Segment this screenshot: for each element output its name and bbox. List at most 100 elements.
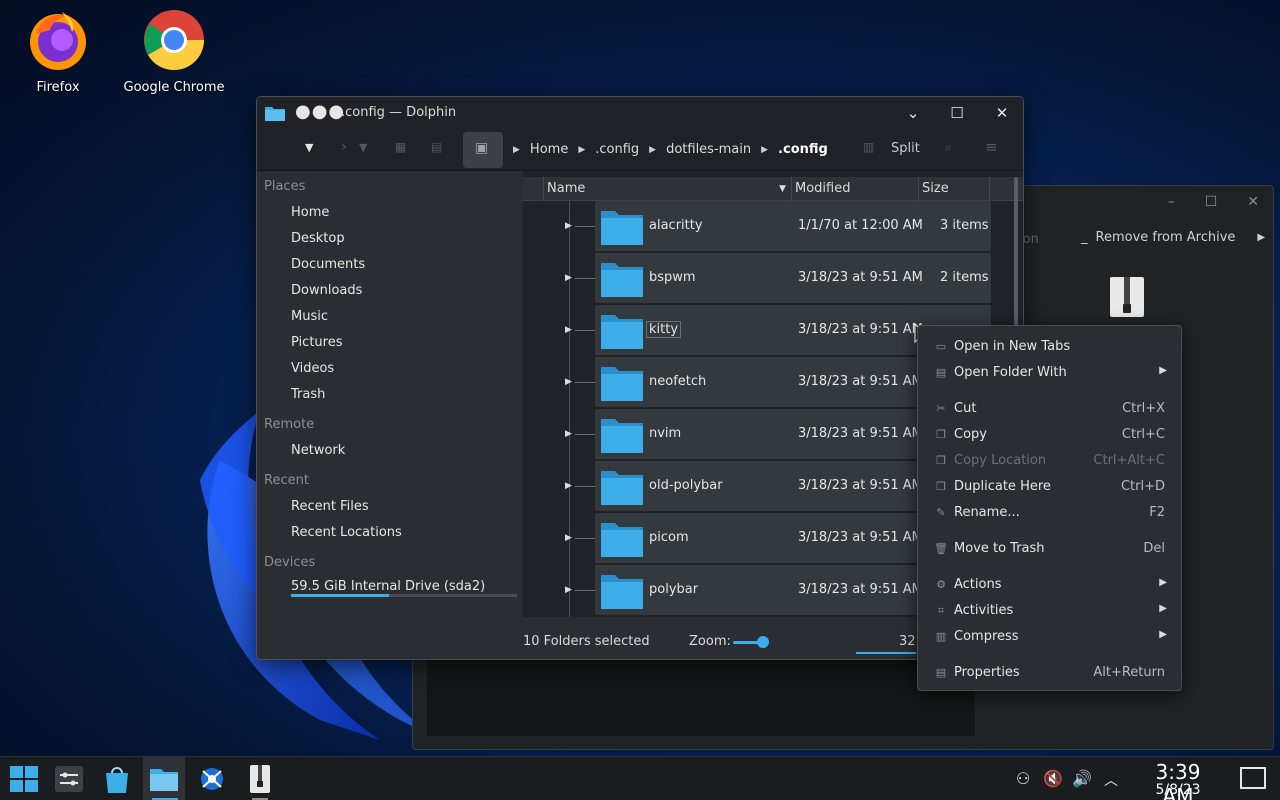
hamburger-menu-icon[interactable]: ≡ <box>985 138 998 156</box>
zip-file-icon[interactable] <box>1109 276 1145 318</box>
zoom-slider-handle[interactable] <box>757 636 769 648</box>
menu-item-compress[interactable]: ▥ Compress ▶ <box>918 624 1181 650</box>
close-icon[interactable]: ✕ <box>992 103 1012 123</box>
chevron-right-icon: ▶ <box>578 144 586 155</box>
kde-connect-icon[interactable] <box>195 763 229 795</box>
column-name[interactable]: Name <box>547 181 585 196</box>
dolphin-taskbar-icon[interactable] <box>147 763 181 795</box>
sort-descending-icon[interactable]: ▼ <box>779 184 786 194</box>
expand-icon[interactable]: ▶ <box>565 325 572 335</box>
minimize-icon[interactable]: – <box>1168 194 1175 210</box>
chevron-up-icon[interactable]: ︿ <box>1104 770 1118 790</box>
dolphin-window[interactable]: ●●● .config — Dolphin ⌄ ☐ ✕ ▼ › ▼ ▦ ▤ ▣ … <box>256 96 1024 660</box>
breadcrumb-item[interactable]: dotfiles-main <box>666 142 751 157</box>
file-name[interactable]: neofetch <box>649 374 706 389</box>
file-name[interactable]: kitty <box>645 321 682 338</box>
menu-item-activities[interactable]: ⌗ Activities ▶ <box>918 598 1181 624</box>
column-modified[interactable]: Modified <box>795 181 850 196</box>
menu-item-move-to-trash[interactable]: 🗑 Move to Trash Del <box>918 536 1181 562</box>
view-compact-icon[interactable]: ▤ <box>431 140 442 154</box>
title-bar[interactable]: ●●● .config — Dolphin ⌄ ☐ ✕ <box>257 97 1023 129</box>
scrollbar[interactable] <box>1014 177 1018 327</box>
copy-location-icon: ❐ <box>936 454 946 467</box>
menu-item-open-in-new-tabs[interactable]: ▭ Open in New Tabs <box>918 334 1181 360</box>
back-dropdown-icon[interactable]: ▼ <box>305 141 313 154</box>
breadcrumb-current[interactable]: .config <box>778 142 828 157</box>
show-desktop-button[interactable] <box>1240 767 1266 789</box>
table-row[interactable]: ▶ bspwm 3/18/23 at 9:51 AM 2 items <box>523 253 991 305</box>
system-settings-icon[interactable] <box>52 763 86 795</box>
file-name[interactable]: picom <box>649 530 689 545</box>
menu-item-properties[interactable]: ▤ Properties Alt+Return <box>918 660 1181 686</box>
compress-icon: ▥ <box>935 630 947 643</box>
ark-archive-icon[interactable] <box>243 763 277 795</box>
sidebar-item-internal-drive[interactable]: 59.5 GiB Internal Drive (sda2) <box>291 579 485 594</box>
menu-dots-icon[interactable]: ●●● <box>295 103 345 121</box>
menu-item-rename[interactable]: ✎ Rename... F2 <box>918 500 1181 526</box>
maximize-icon[interactable]: ☐ <box>1205 194 1218 210</box>
clock-date[interactable]: 5/8/23 <box>1138 782 1218 798</box>
context-menu[interactable]: ▭ Open in New Tabs ▤ Open Folder With ▶ ✂ Cut C… <box>917 325 1182 691</box>
sidebar-item-trash[interactable]: Trash <box>291 387 325 402</box>
sidebar-item-documents[interactable]: Documents <box>291 257 365 272</box>
sidebar-item-downloads[interactable]: Downloads <box>291 283 362 298</box>
sidebar-item-pictures[interactable]: Pictures <box>291 335 342 350</box>
sidebar-item-music[interactable]: Music <box>291 309 328 324</box>
discover-store-icon[interactable] <box>100 763 134 795</box>
sidebar-item-videos[interactable]: Videos <box>291 361 334 376</box>
sidebar-item-desktop[interactable]: Desktop <box>291 231 345 246</box>
toolbar: ▼ › ▼ ▦ ▤ ▣ ▶ Home ▶ .config ▶ dotfiles-… <box>257 129 1023 171</box>
minimize-icon[interactable]: ⌄ <box>903 103 923 123</box>
split-icon: ▥ <box>863 140 875 154</box>
user-status-icon[interactable]: ⚇ <box>1016 769 1030 788</box>
file-modified: 3/18/23 at 9:51 AM <box>798 426 923 441</box>
sidebar-item-recent-files[interactable]: Recent Files <box>291 499 369 514</box>
maximize-icon[interactable]: ☐ <box>947 103 967 123</box>
menu-item-label: Duplicate Here <box>954 479 1051 494</box>
mic-muted-icon[interactable]: 🔇 <box>1043 769 1063 788</box>
sidebar-section-remote: Remote <box>264 417 315 432</box>
menu-item-open-folder-with[interactable]: ▤ Open Folder With ▶ <box>918 360 1181 386</box>
desktop-icon-firefox[interactable]: Firefox <box>3 8 113 95</box>
column-size[interactable]: Size <box>922 181 949 196</box>
close-icon[interactable]: ✕ <box>1247 194 1259 210</box>
file-name[interactable]: bspwm <box>649 270 696 285</box>
expand-icon[interactable]: ▶ <box>565 273 572 283</box>
remove-from-archive-button[interactable]: _ Remove from Archive ▶ <box>1081 230 1265 245</box>
file-name[interactable]: polybar <box>649 582 698 597</box>
forward-dropdown-icon[interactable]: ▼ <box>359 141 367 154</box>
sidebar-item-recent-locations[interactable]: Recent Locations <box>291 525 402 540</box>
expand-icon[interactable]: ▶ <box>565 585 572 595</box>
sidebar-item-network[interactable]: Network <box>291 443 345 458</box>
sidebar-section-places: Places <box>264 179 306 194</box>
search-icon[interactable]: ⌕ <box>945 140 952 155</box>
expand-icon[interactable]: ▶ <box>565 221 572 231</box>
tree-connector <box>575 382 595 383</box>
volume-icon[interactable]: 🔊 <box>1072 769 1092 788</box>
breadcrumb-item[interactable]: .config <box>595 142 639 157</box>
view-icons-icon[interactable]: ▦ <box>395 140 406 154</box>
chevron-right-icon: ▶ <box>1159 577 1167 588</box>
table-row[interactable]: ▶ alacritty 1/1/70 at 12:00 AM 3 items <box>523 201 991 253</box>
folder-icon <box>601 263 643 297</box>
menu-item-copy[interactable]: ❐ Copy Ctrl+C <box>918 422 1181 448</box>
start-menu-icon[interactable] <box>7 763 41 795</box>
menu-item-cut[interactable]: ✂ Cut Ctrl+X <box>918 396 1181 422</box>
desktop-icon-chrome[interactable]: Google Chrome <box>119 8 229 95</box>
forward-icon[interactable]: › <box>341 139 347 155</box>
expand-icon[interactable]: ▶ <box>565 377 572 387</box>
file-name[interactable]: old-polybar <box>649 478 723 493</box>
archive-window-controls: – ☐ ✕ <box>1168 194 1259 210</box>
menu-item-shortcut: Alt+Return <box>1093 665 1165 680</box>
sidebar-item-home[interactable]: Home <box>291 205 329 220</box>
menu-item-duplicate-here[interactable]: ❐ Duplicate Here Ctrl+D <box>918 474 1181 500</box>
menu-item-actions[interactable]: ⚙ Actions ▶ <box>918 572 1181 598</box>
expand-icon[interactable]: ▶ <box>565 481 572 491</box>
file-name[interactable]: alacritty <box>649 218 703 233</box>
menu-item-copy-location[interactable]: ❐ Copy Location Ctrl+Alt+C <box>918 448 1181 474</box>
expand-icon[interactable]: ▶ <box>565 429 572 439</box>
file-name[interactable]: nvim <box>649 426 681 441</box>
breadcrumb-item[interactable]: Home <box>530 142 568 157</box>
expand-icon[interactable]: ▶ <box>565 533 572 543</box>
split-button[interactable]: Split <box>891 141 920 156</box>
